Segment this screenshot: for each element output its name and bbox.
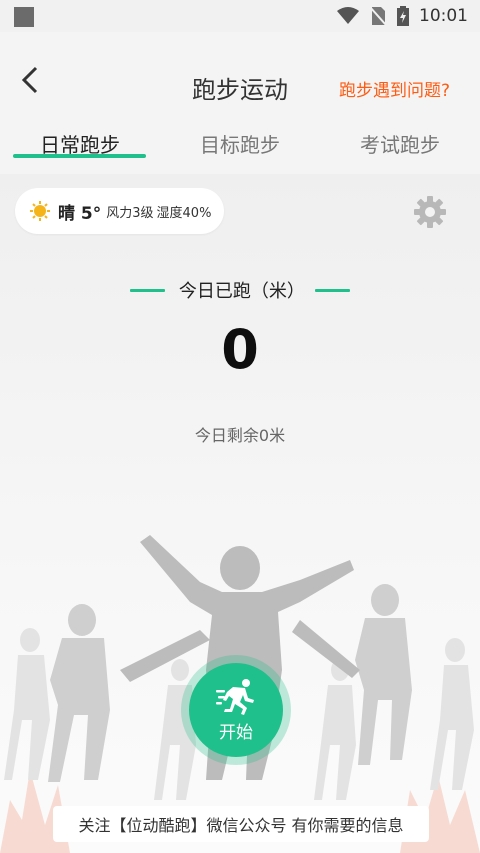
decor-line-left [130, 288, 165, 292]
status-time: 10:01 [419, 6, 468, 26]
active-tab-indicator [13, 154, 146, 158]
weather-pill: 晴 5° 风力3级 湿度40% [15, 188, 224, 234]
tab-goal-run[interactable]: 目标跑步 [160, 125, 320, 173]
running-person-icon [216, 678, 254, 715]
weather-description: 晴 5° [58, 203, 102, 224]
decor-line-right [315, 288, 350, 292]
today-run-header: 今日已跑（米） [130, 276, 350, 304]
notification-icon [14, 7, 34, 27]
today-run-label: 今日已跑（米） [178, 281, 305, 302]
status-bar: 10:01 [0, 0, 480, 32]
battery-charging-icon [397, 6, 409, 26]
gear-icon[interactable] [411, 193, 449, 231]
status-icons: 10:01 [337, 0, 468, 32]
today-distance-value: 0 [221, 318, 259, 381]
tab-exam-run[interactable]: 考试跑步 [320, 125, 480, 173]
tab-bar: 日常跑步 目标跑步 考试跑步 [0, 125, 480, 173]
no-sim-icon [369, 6, 387, 26]
app-header: 跑步运动 跑步遇到问题? 日常跑步 目标跑步 考试跑步 [0, 32, 480, 174]
humidity: 湿度40% [156, 205, 212, 221]
remaining-distance-text: 今日剩余0米 [194, 426, 286, 445]
running-problem-link[interactable]: 跑步遇到问题? [339, 76, 450, 101]
sun-icon [30, 201, 50, 221]
wind-level: 风力3级 [106, 205, 154, 221]
start-button-inner[interactable]: 开始 [189, 663, 283, 757]
start-button-label: 开始 [219, 722, 253, 743]
start-button[interactable]: 开始 [181, 655, 291, 765]
wechat-follow-banner[interactable]: 关注【位动酷跑】微信公众号 有你需要的信息 [53, 806, 429, 842]
tab-daily-run[interactable]: 日常跑步 [0, 125, 160, 173]
wifi-icon [337, 7, 359, 24]
